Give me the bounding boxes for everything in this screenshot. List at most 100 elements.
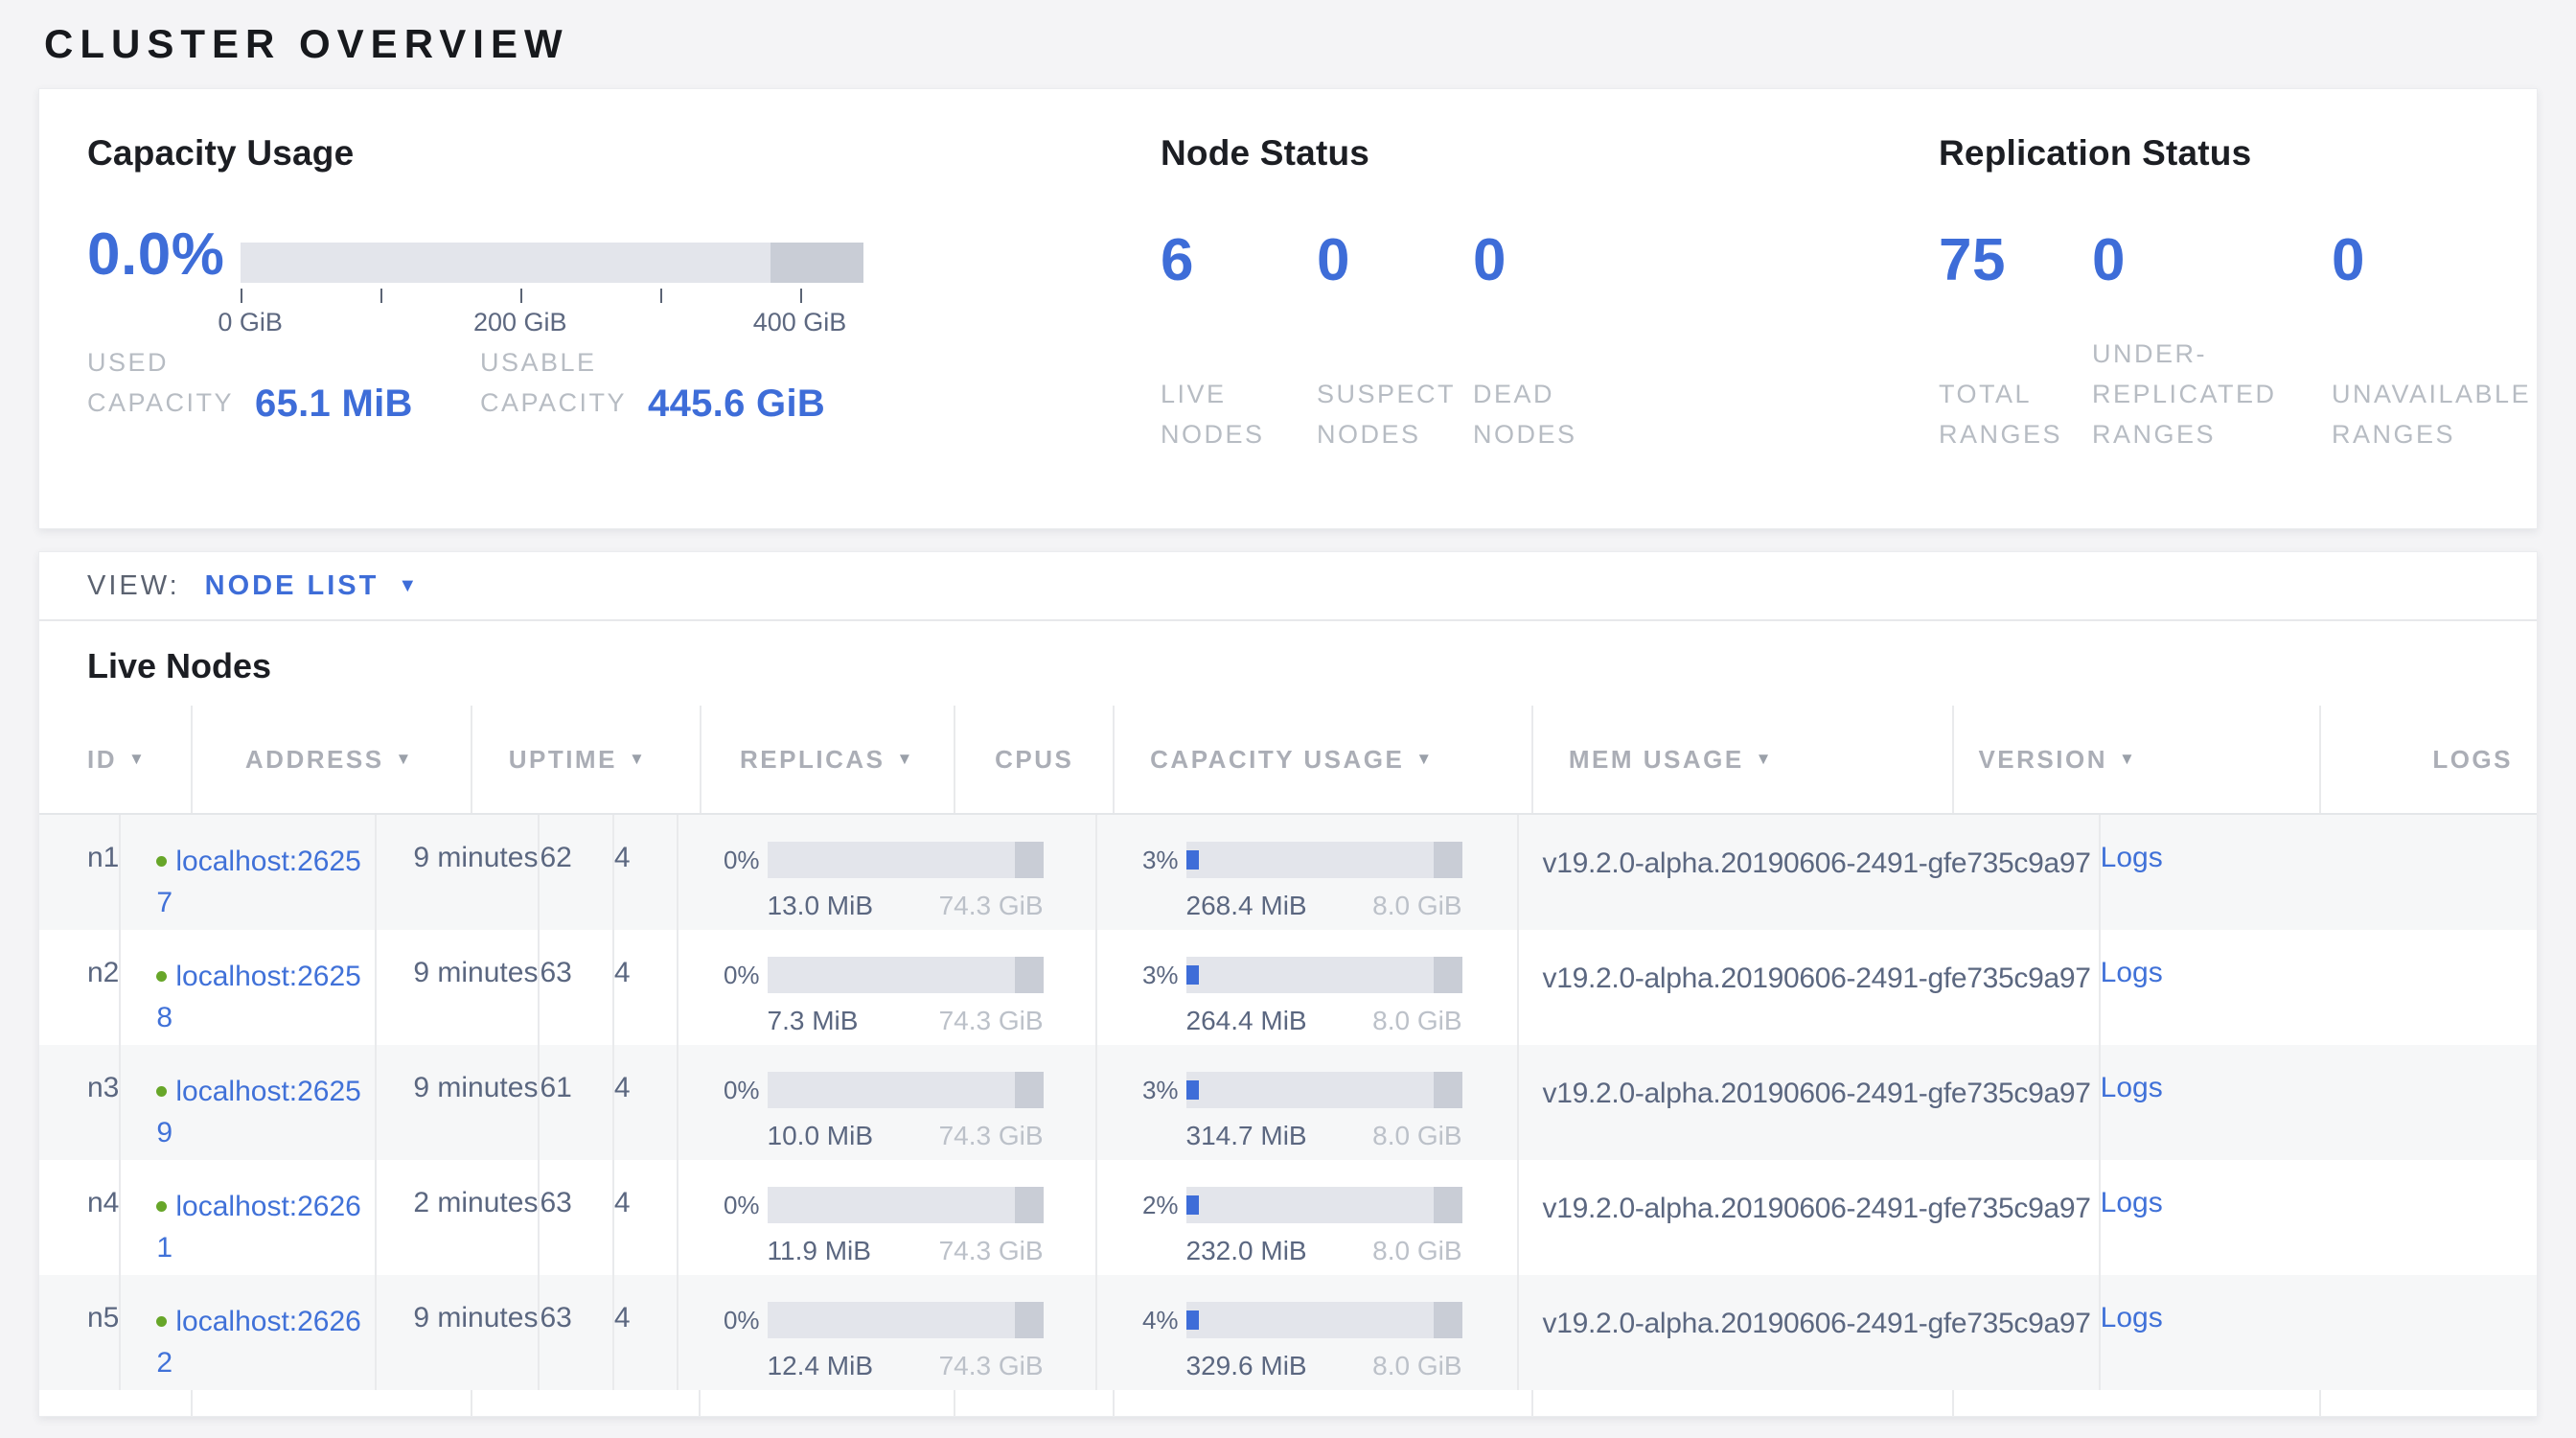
- node-version-cell: v19.2.0-alpha.20190606-2491-gfe735c9a97: [1519, 930, 2101, 1045]
- node-capacity-usage-cell: 0% 12.4 MiB 74.3 GiB: [678, 1275, 1097, 1390]
- node-mem-usage-cell: 3% 264.4 MiB 8.0 GiB: [1097, 930, 1519, 1045]
- node-uptime-cell: 2 minutes: [377, 1160, 540, 1275]
- sort-arrow-icon: ▼: [396, 750, 414, 769]
- logs-link[interactable]: Logs: [2101, 957, 2163, 988]
- live-status-icon: [156, 856, 167, 867]
- live-status-icon: [156, 1086, 167, 1097]
- table-header-row: ID▼ ADDRESS▼ UPTIME▼ REPLICAS▼ CPUS CAPA…: [39, 706, 2537, 815]
- node-uptime-cell: 9 minutes: [377, 1275, 540, 1390]
- capacity-total-value: 74.3 GiB: [939, 1006, 1044, 1036]
- capacity-usage-bar: [768, 1187, 1044, 1223]
- node-cpus-cell: 4: [614, 930, 678, 1045]
- column-header-replicas[interactable]: REPLICAS▼: [702, 706, 956, 813]
- logs-link[interactable]: Logs: [2101, 1072, 2163, 1103]
- mem-usage-bar: [1186, 1072, 1462, 1108]
- column-header-capacity-usage[interactable]: CAPACITY USAGE▼: [1115, 706, 1533, 813]
- usable-capacity-label: USABLE CAPACITY: [480, 343, 627, 424]
- mem-total-value: 8.0 GiB: [1372, 1006, 1461, 1036]
- capacity-percent-label: 0%: [714, 1076, 760, 1105]
- capacity-usage-bar: [768, 1072, 1044, 1108]
- live-nodes-title: Live Nodes: [87, 646, 2489, 686]
- capacity-usage-bar: [768, 1302, 1044, 1338]
- node-capacity-usage-cell: 0% 13.0 MiB 74.3 GiB: [678, 815, 1097, 930]
- node-id-cell: n5: [39, 1275, 121, 1390]
- node-address-cell: localhost:26258: [121, 930, 377, 1045]
- node-address-link[interactable]: localhost:26259: [156, 1076, 360, 1148]
- capacity-usage-bar: [768, 957, 1044, 993]
- column-header-mem-usage[interactable]: MEM USAGE▼: [1533, 706, 1955, 813]
- used-capacity-label: USED CAPACITY: [87, 343, 234, 424]
- node-mem-usage-cell: 2% 232.0 MiB 8.0 GiB: [1097, 1160, 1519, 1275]
- node-status-section: Node Status 6 LIVE NODES 0 SUSPECT NODES: [1161, 133, 1939, 528]
- live-status-icon: [156, 971, 167, 982]
- sort-arrow-icon: ▼: [629, 750, 647, 769]
- node-address-link[interactable]: localhost:26261: [156, 1191, 360, 1264]
- node-mem-usage-cell: 3% 268.4 MiB 8.0 GiB: [1097, 815, 1519, 930]
- replication-status-heading: Replication Status: [1939, 133, 2537, 174]
- node-id-cell: n1: [39, 815, 121, 930]
- column-header-logs: LOGS: [2321, 706, 2537, 813]
- chevron-down-icon[interactable]: ▼: [398, 575, 417, 597]
- cluster-overview-page: CLUSTER OVERVIEW Capacity Usage 0.0% 0 G…: [0, 0, 2576, 1438]
- table-row: n5 localhost:26262 9 minutes 63 4 0%: [39, 1275, 2537, 1390]
- mem-total-value: 8.0 GiB: [1372, 1236, 1461, 1266]
- node-version-cell: v19.2.0-alpha.20190606-2491-gfe735c9a97: [1519, 815, 2101, 930]
- capacity-percent-label: 0%: [714, 1306, 760, 1335]
- view-selected-value[interactable]: NODE LIST: [205, 570, 380, 602]
- capacity-used-value: 11.9 MiB: [768, 1236, 871, 1266]
- mem-total-value: 8.0 GiB: [1372, 891, 1461, 921]
- table-row: n1 localhost:26257 9 minutes 62 4 0%: [39, 815, 2537, 930]
- view-selector-dropdown[interactable]: NODE LIST ▼: [205, 570, 417, 602]
- node-cpus-cell: 4: [614, 815, 678, 930]
- sort-arrow-icon: ▼: [1756, 750, 1774, 769]
- node-cpus-cell: 4: [614, 1275, 678, 1390]
- node-address-link[interactable]: localhost:26257: [156, 846, 360, 918]
- node-logs-cell: Logs: [2101, 1045, 2187, 1160]
- usable-capacity-stat: USABLE CAPACITY 445.6 GiB: [480, 343, 825, 424]
- mem-usage-bar: [1186, 957, 1462, 993]
- used-capacity-stat: USED CAPACITY 65.1 MiB: [87, 343, 480, 424]
- under-replicated-ranges-metric: 0 UNDER- REPLICATED RANGES: [2092, 227, 2332, 454]
- logs-link[interactable]: Logs: [2101, 842, 2163, 873]
- table-row: n4 localhost:26261 2 minutes 63 4 0%: [39, 1160, 2537, 1275]
- used-capacity-value: 65.1 MiB: [255, 383, 413, 426]
- capacity-stats: USED CAPACITY 65.1 MiB USABLE CAPACITY 4…: [87, 343, 1161, 424]
- suspect-nodes-metric: 0 SUSPECT NODES: [1317, 227, 1473, 454]
- gauge-tick: [660, 289, 662, 303]
- node-replicas-cell: 63: [540, 1275, 613, 1390]
- gauge-tick: [520, 289, 522, 303]
- mem-used-value: 329.6 MiB: [1186, 1351, 1307, 1381]
- node-uptime-cell: 9 minutes: [377, 930, 540, 1045]
- sort-arrow-icon: ▼: [896, 750, 914, 769]
- capacity-usage-bar: [768, 842, 1044, 878]
- node-logs-cell: Logs: [2101, 1160, 2187, 1275]
- column-header-uptime[interactable]: UPTIME▼: [472, 706, 702, 813]
- node-id-cell: n4: [39, 1160, 121, 1275]
- dead-nodes-metric: 0 DEAD NODES: [1473, 227, 1629, 454]
- total-ranges-metric: 75 TOTAL RANGES: [1939, 227, 2092, 454]
- capacity-gauge-bar: [241, 243, 863, 283]
- mem-percent-label: 3%: [1133, 961, 1179, 990]
- table-row: n3 localhost:26259 9 minutes 61 4 0%: [39, 1045, 2537, 1160]
- logs-link[interactable]: Logs: [2101, 1302, 2163, 1334]
- column-header-address[interactable]: ADDRESS▼: [193, 706, 472, 813]
- node-version-cell: v19.2.0-alpha.20190606-2491-gfe735c9a97: [1519, 1160, 2101, 1275]
- cluster-summary-panel: Capacity Usage 0.0% 0 GiB 200 GiB 400 Gi…: [38, 88, 2538, 529]
- logs-link[interactable]: Logs: [2101, 1187, 2163, 1218]
- mem-used-value: 232.0 MiB: [1186, 1236, 1307, 1266]
- column-header-version[interactable]: VERSION▼: [1954, 706, 2321, 813]
- node-capacity-usage-cell: 0% 10.0 MiB 74.3 GiB: [678, 1045, 1097, 1160]
- node-id-cell: n2: [39, 930, 121, 1045]
- live-nodes-table: ID▼ ADDRESS▼ UPTIME▼ REPLICAS▼ CPUS CAPA…: [39, 706, 2537, 1416]
- live-nodes-metric: 6 LIVE NODES: [1161, 227, 1317, 454]
- mem-percent-label: 3%: [1133, 846, 1179, 875]
- node-address-link[interactable]: localhost:26258: [156, 961, 360, 1033]
- live-status-icon: [156, 1316, 167, 1327]
- capacity-gauge-cap: [770, 243, 864, 283]
- capacity-used-value: 13.0 MiB: [768, 891, 874, 921]
- node-address-link[interactable]: localhost:26262: [156, 1306, 360, 1379]
- column-header-cpus: CPUS: [955, 706, 1115, 813]
- column-header-id[interactable]: ID▼: [39, 706, 193, 813]
- page-title: CLUSTER OVERVIEW: [44, 21, 2538, 67]
- node-list-panel: VIEW: NODE LIST ▼ Live Nodes ID▼ ADDRESS…: [38, 551, 2538, 1417]
